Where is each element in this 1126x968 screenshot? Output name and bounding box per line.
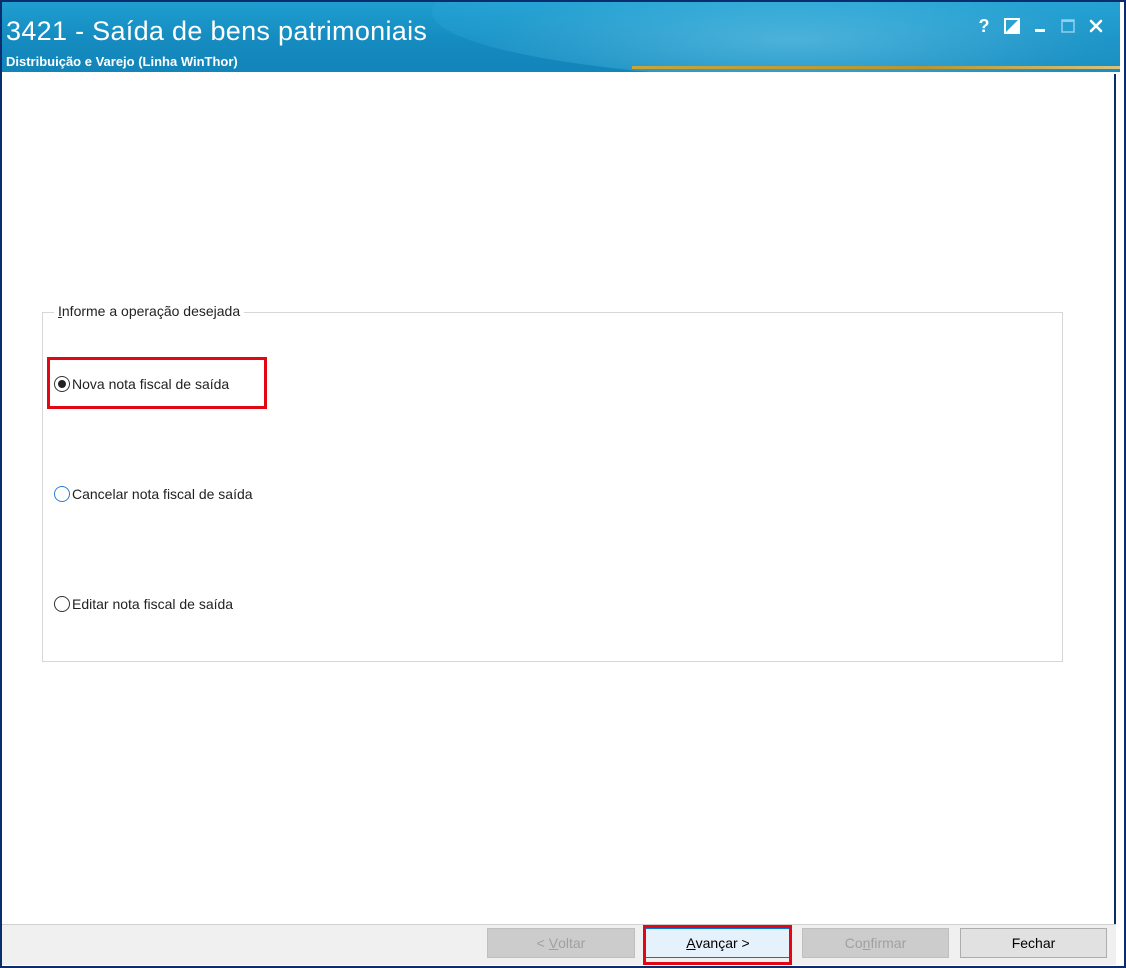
highlight-box-next-button — [643, 925, 792, 965]
radio-editar-nota-label: Editar nota fiscal de saída — [72, 596, 234, 612]
radio-cancelar-nota[interactable]: Cancelar nota fiscal de saída — [54, 486, 253, 502]
back-button-prefix: < — [536, 935, 549, 951]
radio-cancelar-nota-label: Cancelar nota fiscal de saída — [72, 486, 253, 502]
title-bar-accent-line — [632, 66, 1120, 69]
help-button[interactable]: ? — [970, 14, 998, 38]
window-controls: ? — [970, 14, 1110, 38]
window-title: 3421 - Saída de bens patrimoniais — [6, 16, 428, 46]
radio-button-unselected[interactable] — [54, 596, 70, 612]
confirm-button-rest: firmar — [870, 935, 907, 951]
radio-button-unselected[interactable] — [54, 486, 70, 502]
close-window-button[interactable]: Fechar — [960, 928, 1107, 958]
maximize-button[interactable] — [1054, 14, 1082, 38]
back-button-key: V — [548, 935, 559, 951]
minimize-button[interactable] — [1026, 14, 1054, 38]
radio-editar-nota[interactable]: Editar nota fiscal de saída — [54, 596, 233, 612]
legend-text: nforme a operação desejada — [61, 303, 241, 319]
back-button-rest: oltar — [558, 935, 586, 951]
highlight-box-nova-nota — [47, 357, 267, 409]
confirm-button-prefix: Co — [844, 935, 863, 951]
title-bar[interactable]: 3421 - Saída de bens patrimoniais Distri… — [2, 2, 1120, 72]
confirm-button[interactable]: Co n firmar — [802, 928, 949, 958]
confirm-button-key: n — [862, 935, 871, 951]
theme-button[interactable] — [998, 14, 1026, 38]
window-subtitle: Distribuição e Varejo (Linha WinThor) — [6, 54, 238, 69]
minimize-icon — [1033, 19, 1047, 33]
operation-group-legend: Informe a operação desejada — [54, 303, 245, 319]
back-button[interactable]: < Voltar — [487, 928, 635, 958]
help-icon: ? — [978, 15, 990, 36]
close-window-button-label: Fechar — [1011, 935, 1056, 951]
close-icon — [1088, 18, 1104, 34]
contrast-icon — [1004, 18, 1020, 34]
close-button[interactable] — [1082, 14, 1110, 38]
maximize-icon — [1060, 18, 1076, 34]
